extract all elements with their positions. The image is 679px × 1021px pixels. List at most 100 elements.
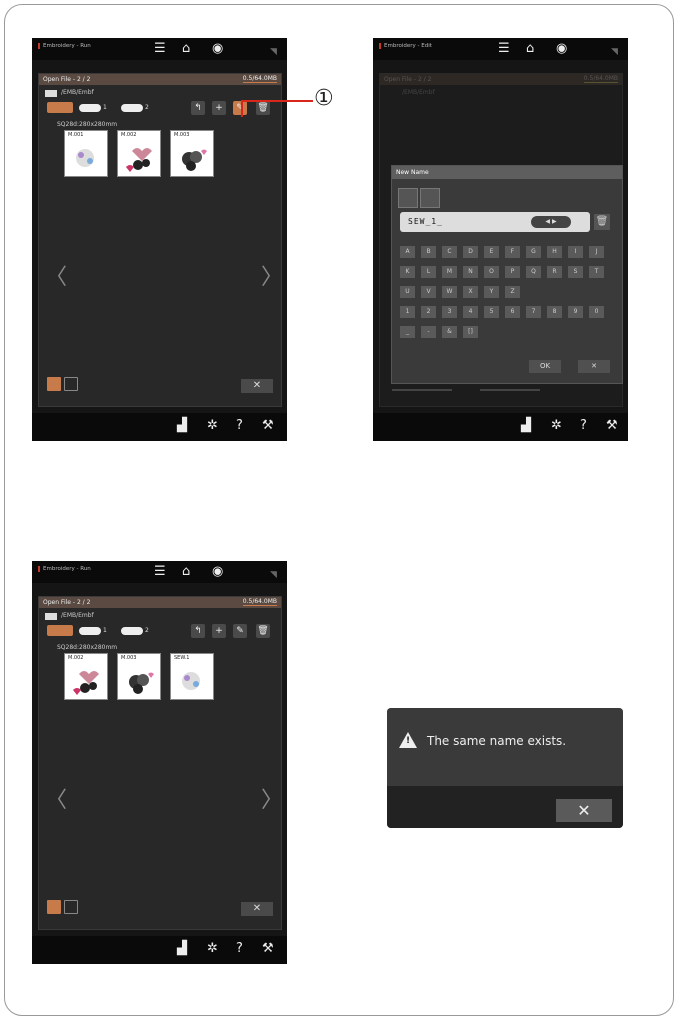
screen-run-1: Embroidery - Run ☰ ⌂ ◉ ◥ Open File - 2 /… <box>32 38 287 441</box>
keyboard-key[interactable]: Z <box>505 286 520 298</box>
keyboard-key[interactable]: K <box>400 266 415 278</box>
keyboard-key[interactable]: 1 <box>400 306 415 318</box>
keyboard-key[interactable]: Q <box>526 266 541 278</box>
keyboard-key[interactable]: 4 <box>463 306 478 318</box>
delete-char-button[interactable]: 🗑 <box>594 214 610 230</box>
wrench-icon[interactable]: ⚒ <box>262 418 274 433</box>
folder-up-button[interactable]: ↰ <box>191 624 205 638</box>
file-thumbnail[interactable]: SEW.1 <box>170 653 214 700</box>
usb1-button[interactable]: 1 <box>79 625 117 636</box>
keyboard-key[interactable]: I <box>568 246 583 258</box>
new-folder-button[interactable]: + <box>212 101 226 115</box>
keyboard-key[interactable]: R <box>547 266 562 278</box>
help-icon[interactable]: ? <box>236 941 243 956</box>
menu-icon[interactable]: ☰ <box>154 41 166 57</box>
usb2-button[interactable]: 2 <box>121 625 159 636</box>
keyboard-key[interactable]: 6 <box>505 306 520 318</box>
cursor-arrows[interactable]: ◀ ▶ <box>531 216 571 228</box>
help-icon[interactable]: ? <box>580 418 587 433</box>
keyboard-key[interactable]: Y <box>484 286 499 298</box>
keyboard-key[interactable]: 9 <box>568 306 583 318</box>
message-close-button[interactable]: ✕ <box>556 799 612 822</box>
keyboard-key[interactable]: - <box>421 326 436 338</box>
keyboard-key[interactable]: L <box>421 266 436 278</box>
next-page-arrow[interactable]: 〉 <box>261 259 283 291</box>
keyboard-key[interactable]: T <box>589 266 604 278</box>
close-button[interactable]: ✕ <box>241 379 273 393</box>
keyboard-key[interactable]: 3 <box>442 306 457 318</box>
keyboard-key[interactable]: 8 <box>547 306 562 318</box>
folder-up-button[interactable]: ↰ <box>191 101 205 115</box>
home-icon[interactable]: ⌂ <box>182 41 190 57</box>
gear-icon[interactable]: ✲ <box>207 418 218 433</box>
keyboard-key[interactable]: 0 <box>589 306 604 318</box>
keyboard-grid-mode-button[interactable] <box>398 188 418 208</box>
machine-memory-button[interactable] <box>47 102 73 113</box>
close-button[interactable]: ✕ <box>241 902 273 916</box>
keyboard-key[interactable]: U <box>400 286 415 298</box>
mode-icon[interactable]: ◉ <box>212 41 223 57</box>
usb2-button[interactable]: 2 <box>121 102 159 113</box>
mode-icon[interactable]: ◉ <box>212 564 223 580</box>
file-thumbnail[interactable]: M.003 <box>117 653 161 700</box>
home-icon[interactable]: ⌂ <box>182 564 190 580</box>
keyboard-key[interactable]: _ <box>400 326 415 338</box>
keyboard-key[interactable]: V <box>421 286 436 298</box>
delete-button[interactable]: 🗑 <box>256 101 270 115</box>
keyboard-key[interactable]: W <box>442 286 457 298</box>
prev-page-arrow[interactable]: 〈 <box>45 259 67 291</box>
machine-memory-button[interactable] <box>47 625 73 636</box>
rename-button[interactable]: ✎ <box>233 101 247 115</box>
machine-status-icon[interactable]: ▟ <box>177 941 187 956</box>
delete-button[interactable]: 🗑 <box>256 624 270 638</box>
file-thumbnail[interactable]: M.002 <box>64 653 108 700</box>
keyboard-key[interactable]: F <box>505 246 520 258</box>
storage-readout: 0.5/64.0MB <box>583 75 618 83</box>
keyboard-key[interactable]: A <box>400 246 415 258</box>
wrench-icon[interactable]: ⚒ <box>262 941 274 956</box>
new-folder-button[interactable]: + <box>212 624 226 638</box>
ok-button[interactable]: OK <box>529 360 561 373</box>
next-page-arrow[interactable]: 〉 <box>261 782 283 814</box>
keyboard-key[interactable]: D <box>463 246 478 258</box>
machine-status-icon[interactable]: ▟ <box>521 418 531 433</box>
keyboard-case-mode-button[interactable] <box>420 188 440 208</box>
keyboard-key[interactable]: 5 <box>484 306 499 318</box>
keyboard-key[interactable]: X <box>463 286 478 298</box>
file-thumbnail[interactable]: M.002 <box>117 130 161 177</box>
home-icon[interactable]: ⌂ <box>526 41 534 57</box>
keyboard-key[interactable]: M <box>442 266 457 278</box>
file-thumbnail[interactable]: M.001 <box>64 130 108 177</box>
keyboard-key[interactable]: O <box>484 266 499 278</box>
machine-status-icon[interactable]: ▟ <box>177 418 187 433</box>
keyboard-key[interactable]: [] <box>463 326 478 338</box>
keyboard-key[interactable]: 2 <box>421 306 436 318</box>
keyboard-key[interactable]: B <box>421 246 436 258</box>
gear-icon[interactable]: ✲ <box>551 418 562 433</box>
gear-icon[interactable]: ✲ <box>207 941 218 956</box>
keyboard-key[interactable]: H <box>547 246 562 258</box>
usb1-button[interactable]: 1 <box>79 102 117 113</box>
keyboard-key[interactable]: N <box>463 266 478 278</box>
cancel-button[interactable]: ✕ <box>578 360 610 373</box>
small-grid-view-button[interactable] <box>47 900 61 914</box>
keyboard-key[interactable]: & <box>442 326 457 338</box>
mode-icon[interactable]: ◉ <box>556 41 567 57</box>
small-grid-view-button[interactable] <box>47 377 61 391</box>
prev-page-arrow[interactable]: 〈 <box>45 782 67 814</box>
large-grid-view-button[interactable] <box>64 377 78 391</box>
menu-icon[interactable]: ☰ <box>498 41 510 57</box>
keyboard-key[interactable]: G <box>526 246 541 258</box>
keyboard-key[interactable]: E <box>484 246 499 258</box>
keyboard-key[interactable]: 7 <box>526 306 541 318</box>
keyboard-key[interactable]: P <box>505 266 520 278</box>
keyboard-key[interactable]: S <box>568 266 583 278</box>
menu-icon[interactable]: ☰ <box>154 564 166 580</box>
keyboard-key[interactable]: J <box>589 246 604 258</box>
rename-button[interactable]: ✎ <box>233 624 247 638</box>
large-grid-view-button[interactable] <box>64 900 78 914</box>
help-icon[interactable]: ? <box>236 418 243 433</box>
keyboard-key[interactable]: C <box>442 246 457 258</box>
file-thumbnail[interactable]: M.003 <box>170 130 214 177</box>
wrench-icon[interactable]: ⚒ <box>606 418 618 433</box>
